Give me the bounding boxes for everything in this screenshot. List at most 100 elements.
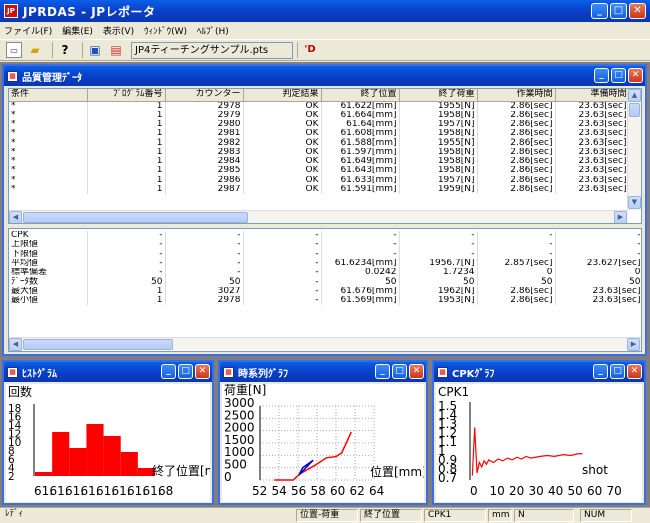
table-cell: - [165, 231, 244, 241]
cpk-window: ▦ CPKｸﾞﾗﾌ _ □ ✕ CPK1 1.5 1.4 1.3 1.2 1.1 1 0.9 0… [432, 360, 646, 505]
window-icon: ▦ [437, 366, 448, 378]
scroll-left-icon[interactable]: ◀ [9, 338, 22, 351]
table-cell: 61.664[mm] [321, 110, 400, 120]
histogram-bar [120, 452, 138, 476]
table-row[interactable]: * 1 2985 OK 61.643[mm] 1958[N] 2.86[sec] 23.63[… [9, 166, 630, 176]
stats-row[interactable]: 下限値 - - - - - - - [9, 249, 641, 259]
menu-window[interactable]: ｳｨﾝﾄﾞｳ(W) [144, 24, 187, 37]
new-file-icon[interactable]: ▭ [6, 42, 22, 58]
menu-file[interactable]: ファイル(F) [4, 24, 52, 37]
minimize-icon[interactable]: _ [161, 364, 176, 379]
stats-row[interactable]: 最小値 1 2978-61.569[mm] 1953[N] 2.86[sec] 23.63… [9, 296, 641, 306]
table-header-row: 条件 ﾌﾟﾛｸﾞﾗﾑ番号 カウンター 判定結果 終了位置 終了荷重 作業時間 準… [9, 89, 630, 102]
stats-row[interactable]: 最大値 1 3027-61.676[mm] 1962[N] 2.86[sec] 23.63… [9, 286, 641, 297]
maximize-icon[interactable]: □ [610, 3, 627, 19]
table-row[interactable]: * 1 2979 OK 61.664[mm] 1958[N] 2.86[sec] 23.63[… [9, 110, 630, 120]
data-table: 条件 ﾌﾟﾛｸﾞﾗﾑ番号 カウンター 判定結果 終了位置 終了荷重 作業時間 準… [9, 89, 630, 195]
menu-view[interactable]: 表示(V) [103, 24, 134, 37]
data-table-body: * 1 2978 OK 61.622[mm] 1955[N] 2.86[sec] 23.63[… [9, 101, 630, 195]
menu-help[interactable]: ﾍﾙﾌﾟ(H) [197, 24, 229, 37]
table-row[interactable]: * 1 2982 OK 61.588[mm] 1955[N] 2.86[sec] 23.63[… [9, 138, 630, 148]
data-vertical-scrollbar[interactable]: ▲ ▼ [627, 89, 641, 210]
column-header[interactable]: 条件 [9, 89, 88, 102]
table-row[interactable]: * 1 2983 OK 61.597[mm] 1958[N] 2.86[sec] 23.63[… [9, 147, 630, 157]
open-folder-icon[interactable]: ▰ [27, 42, 43, 58]
minimize-icon[interactable]: _ [593, 364, 608, 379]
minimize-icon[interactable]: _ [594, 68, 609, 83]
x-tick-label: 60 [330, 484, 345, 498]
table-cell: 1957[N] [399, 119, 478, 130]
maximize-icon[interactable]: □ [178, 364, 193, 379]
maximize-icon[interactable]: □ [610, 364, 625, 379]
x-tick-label: 20 [509, 484, 524, 498]
scroll-thumb[interactable] [23, 339, 173, 350]
minimize-icon[interactable]: _ [375, 364, 390, 379]
table-row[interactable]: * 1 2984 OK 61.649[mm] 1958[N] 2.86[sec] 23.63[… [9, 156, 630, 167]
new-report-icon[interactable]: ▣ [87, 42, 103, 58]
scroll-thumb[interactable] [629, 103, 640, 117]
close-icon[interactable]: ✕ [628, 68, 643, 83]
stats-row[interactable]: 平均値 - - -61.6234[mm] 1956.7[N] 2.857[sec] 23.6… [9, 258, 641, 269]
stats-row[interactable]: ﾃﾞｰﾀ数 50 50-50 50 50 50 [9, 277, 641, 287]
table-cell: 1957[N] [399, 175, 478, 185]
column-header[interactable]: カウンター [165, 89, 244, 102]
cpk-chart: CPK11.51.41.31.21.110.90.80.7shot0 10 20 30… [438, 385, 622, 498]
x-axis-label: shot [582, 463, 608, 477]
table-cell: 2.86[sec] [477, 184, 556, 195]
table-cell: 61.633[mm] [321, 175, 400, 185]
menu-edit[interactable]: 編集(E) [62, 24, 93, 37]
stats-row[interactable]: 上限値 - - - - - - - [9, 240, 641, 250]
scroll-left-icon[interactable]: ◀ [9, 211, 22, 223]
scroll-thumb[interactable] [23, 212, 248, 223]
table-cell: 2.86[sec] [477, 138, 556, 148]
column-header[interactable]: ﾌﾟﾛｸﾞﾗﾑ番号 [87, 89, 166, 102]
column-header[interactable]: 準備時間 [555, 89, 630, 102]
histogram-window: ▦ ﾋｽﾄｸﾞﾗﾑ _ □ ✕ 回数 18 16 14 12 10 8 6 4 2 終了位置[m 61… [2, 360, 214, 505]
maximize-icon[interactable]: □ [392, 364, 407, 379]
column-header[interactable]: 作業時間 [477, 89, 556, 102]
table-cell: 61.608[mm] [321, 129, 400, 139]
table-cell: OK [243, 156, 322, 167]
data-horizontal-scrollbar[interactable]: ◀ ▶ [9, 210, 628, 223]
column-header[interactable]: 判定結果 [243, 89, 322, 102]
table-row[interactable]: * 1 2981 OK 61.608[mm] 1958[N] 2.86[sec] 23.63[… [9, 129, 630, 139]
table-cell: - [87, 258, 166, 269]
status-unit: mm [488, 509, 512, 522]
table-cell: - [321, 249, 400, 259]
table-cell: 2978 [165, 296, 244, 306]
statistics-grid: CPK - - - - - - - 上限値 - - - - - - - 下限値 - - - - - - - 平均値 - - -61.6… [8, 228, 642, 352]
column-header[interactable]: 終了荷重 [399, 89, 478, 102]
scroll-right-icon[interactable]: ▶ [627, 338, 640, 351]
table-row[interactable]: * 1 2980 OK 61.64[mm] 1957[N] 2.86[sec] 23.63[s… [9, 119, 630, 130]
column-header[interactable]: 終了位置 [321, 89, 400, 102]
help-icon[interactable]: ? [57, 42, 73, 58]
table-cell: 23.63[sec] [555, 175, 630, 185]
scroll-right-icon[interactable]: ▶ [614, 211, 627, 223]
stats-horizontal-scrollbar[interactable]: ◀ ▶ [9, 337, 641, 351]
minimize-icon[interactable]: _ [591, 3, 608, 19]
close-icon[interactable]: ✕ [627, 364, 642, 379]
timeseries-chart-area: 荷重[N] 3000 2500 2000 1500 1000 500 0 位置[mm] 52 54 5… [222, 384, 424, 502]
scroll-down-icon[interactable]: ▼ [628, 196, 641, 209]
stats-row[interactable]: 標準偏差 - - -0.0242 1.7234 0 0 [9, 268, 641, 278]
table-cell: 61.643[mm] [321, 166, 400, 176]
maximize-icon[interactable]: □ [611, 68, 626, 83]
table-cell: 23.63[sec] [555, 286, 641, 297]
x-tick-label: 0 [470, 484, 478, 498]
table-row[interactable]: * 1 2986 OK 61.633[mm] 1957[N] 2.86[sec] 23.63[… [9, 175, 630, 185]
open-report-icon[interactable]: ▤ [108, 42, 124, 58]
table-row[interactable]: * 1 2987 OK 61.591[mm] 1959[N] 2.86[sec] 23.63[… [9, 184, 630, 195]
download-icon[interactable]: 'D [302, 42, 318, 58]
scroll-up-icon[interactable]: ▲ [628, 89, 641, 102]
table-cell: 1955[N] [399, 101, 478, 111]
close-icon[interactable]: ✕ [629, 3, 646, 19]
app-titlebar: JP JPRDAS - JPレポータ _ □ ✕ [0, 0, 650, 22]
table-cell: 61.622[mm] [321, 101, 400, 111]
table-row[interactable]: * 1 2978 OK 61.622[mm] 1955[N] 2.86[sec] 23.63[… [9, 101, 630, 111]
table-cell: OK [243, 119, 322, 130]
table-cell: OK [243, 138, 322, 148]
stats-row[interactable]: CPK - - - - - - - [9, 231, 641, 241]
close-icon[interactable]: ✕ [195, 364, 210, 379]
close-icon[interactable]: ✕ [409, 364, 424, 379]
table-cell: 1 [87, 166, 166, 176]
